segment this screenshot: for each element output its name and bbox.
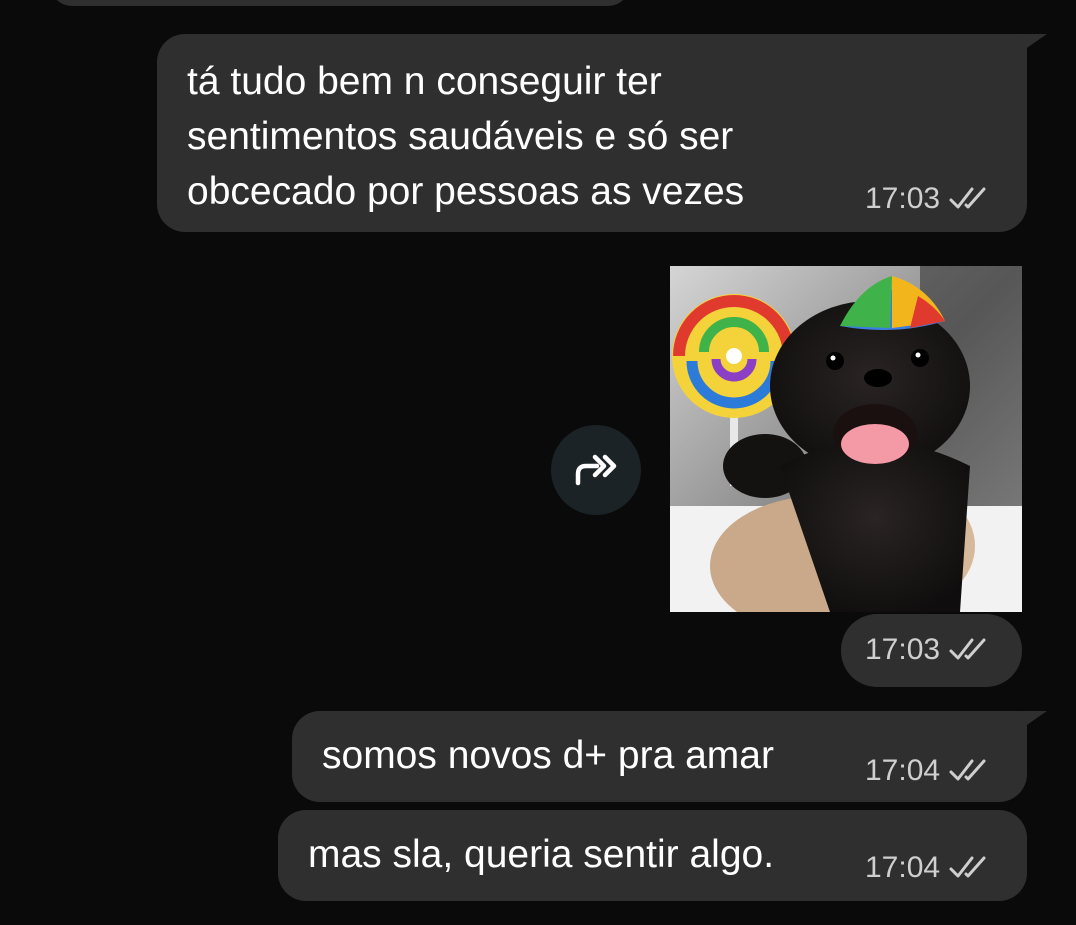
message-bubble-1[interactable]: tá tudo bem n conseguir ter sentimentos … <box>157 34 1027 232</box>
chat-screen: tá tudo bem n conseguir ter sentimentos … <box>0 0 1076 925</box>
message-time-2: 17:03 <box>865 633 941 666</box>
message-meta-3: 17:04 <box>865 754 992 788</box>
sticker-meta-pill: 17:03 <box>841 614 1022 687</box>
sticker-image <box>670 266 1022 612</box>
forward-button[interactable] <box>551 425 641 515</box>
message-bubble-3[interactable]: somos novos d+ pra amar 17:04 <box>292 711 1027 802</box>
previous-message-bubble-edge[interactable] <box>50 0 630 6</box>
message-time-1: 17:03 <box>865 182 941 215</box>
message-meta-1: 17:03 <box>865 182 992 216</box>
message-time-3: 17:04 <box>865 754 941 787</box>
message-time-4: 17:04 <box>865 851 941 884</box>
message-bubble-4[interactable]: mas sla, queria sentir algo. 17:04 <box>278 810 1027 901</box>
double-check-icon <box>949 638 986 660</box>
double-check-icon <box>949 759 986 781</box>
message-text-3: somos novos d+ pra amar <box>322 734 774 777</box>
message-text-4: mas sla, queria sentir algo. <box>308 833 775 876</box>
message-meta-4: 17:04 <box>865 851 992 885</box>
forward-arrow-icon <box>575 454 617 486</box>
message-text-1: tá tudo bem n conseguir ter sentimentos … <box>187 60 745 213</box>
message-meta-2: 17:03 <box>865 633 992 667</box>
double-check-icon <box>949 856 986 878</box>
double-check-icon <box>949 187 986 209</box>
pug-with-lollipop-sticker[interactable] <box>670 266 1022 612</box>
